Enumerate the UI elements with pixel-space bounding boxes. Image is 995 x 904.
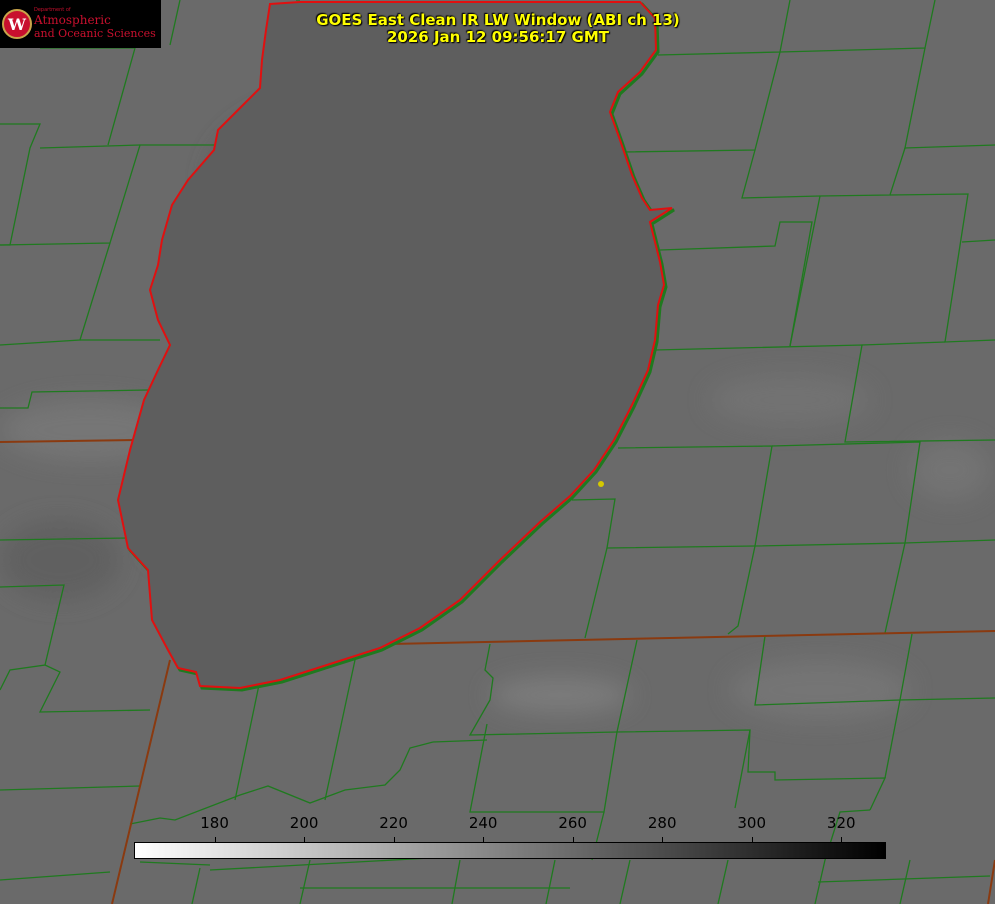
temperature-colorbar [134,842,886,859]
colorbar-tick-label: 240 [468,814,498,832]
aos-logo: W Department of Atmospheric and Oceanic … [0,0,161,48]
title-line2: 2026 Jan 12 09:56:17 GMT [387,28,609,46]
map-canvas [0,0,995,904]
location-marker [598,481,604,487]
colorbar-tick-label: 180 [200,814,229,832]
colorbar-tick-label: 200 [289,814,319,832]
seal-letter: W [7,15,27,34]
colorbar-tick-label: 220 [379,814,408,832]
logo-line2: and Oceanic Sciences [34,27,156,40]
uw-seal-icon: W [2,9,32,39]
logo-line1: Atmospheric [34,13,111,27]
image-title: GOES East Clean IR LW Window (ABI ch 13)… [280,12,716,46]
satellite-map: W Department of Atmospheric and Oceanic … [0,0,995,904]
colorbar-tick-label: 280 [647,814,677,832]
colorbar-tick-label: 260 [558,814,587,832]
colorbar-tick-label: 320 [826,814,856,832]
title-line1: GOES East Clean IR LW Window (ABI ch 13) [316,11,680,29]
colorbar-tick-label: 300 [737,814,767,832]
